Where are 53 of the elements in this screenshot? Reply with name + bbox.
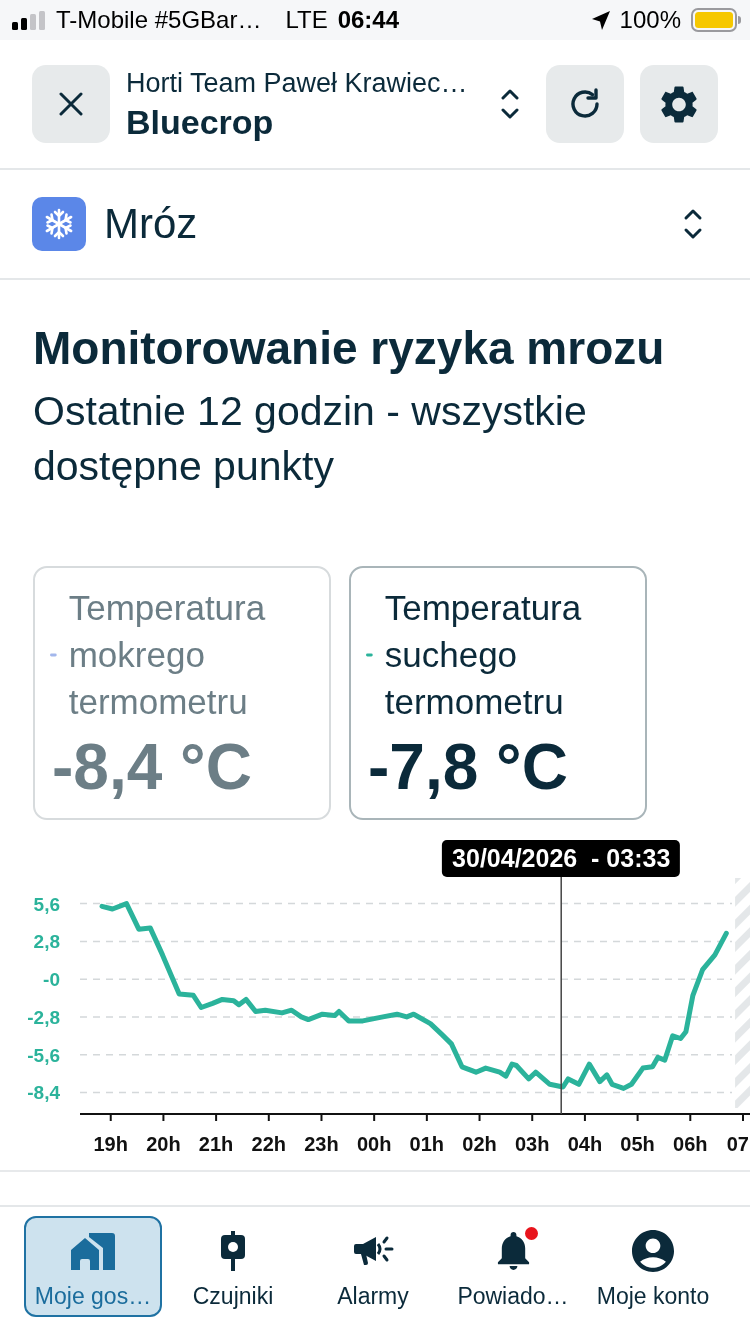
close-button[interactable] — [32, 65, 110, 143]
x-axis-label: 00h — [356, 1133, 392, 1155]
battery-percent: 100% — [619, 6, 681, 34]
nav-tab[interactable]: Alarmy — [304, 1216, 442, 1317]
chevron-updown-icon[interactable] — [500, 87, 520, 121]
settings-button[interactable] — [640, 65, 718, 143]
home-icon — [70, 1232, 116, 1270]
nav-tab[interactable]: Moje konto — [584, 1216, 722, 1317]
megaphone-icon — [352, 1235, 394, 1267]
x-axis-label: 07 — [726, 1133, 749, 1155]
refresh-button[interactable] — [546, 65, 624, 143]
x-axis-label: 20h — [146, 1133, 181, 1155]
legend-toggle[interactable]: Temperatura suchego termometru -7,8 °C — [349, 566, 647, 820]
nav-tab[interactable]: Powiado… — [444, 1216, 582, 1317]
page-subtitle: Ostatnie 12 godzin - wszystkie dostępne punkty — [33, 387, 588, 491]
x-axis-label: 03h — [515, 1133, 550, 1155]
refresh-icon — [569, 88, 601, 120]
x-axis-label: 23h — [304, 1133, 339, 1155]
signal-icon — [12, 10, 46, 30]
x-axis-label: 01h — [409, 1133, 445, 1155]
sensor-post-icon — [220, 1231, 246, 1271]
account-icon — [632, 1230, 674, 1272]
page-title: Monitorowanie ryzyka mrozu — [33, 321, 666, 376]
y-axis-label: -2,8 — [27, 1006, 60, 1028]
y-axis-label: 2,8 — [33, 931, 60, 953]
date-tooltip: 30/04/2026 - 03:33 — [442, 840, 681, 877]
category-label[interactable]: Mróz — [104, 200, 198, 248]
organization-name[interactable]: Horti Team Paweł Krawiec… — [126, 67, 468, 99]
location-arrow-icon — [591, 10, 610, 30]
farm-name[interactable]: Bluecrop — [126, 103, 274, 141]
x-axis-label: 02h — [462, 1133, 497, 1155]
x-axis-label: 21h — [198, 1133, 234, 1155]
nav-tab[interactable]: Moje gos… — [24, 1216, 162, 1317]
y-axis-label: -5,6 — [27, 1044, 60, 1066]
clock-time: 06:44 — [337, 6, 400, 34]
carrier-name: T-Mobile #5GBar… — [56, 6, 262, 34]
snowflake-icon — [32, 197, 86, 251]
y-axis-label: -0 — [43, 969, 60, 991]
x-axis-label: 05h — [620, 1133, 655, 1155]
settings-icon — [661, 85, 697, 123]
battery-icon — [691, 8, 741, 32]
x-axis-label: 04h — [567, 1133, 603, 1155]
legend-toggle[interactable]: Temperatura mokrego termometru -8,4 °C — [33, 566, 331, 820]
y-axis-label: 5,6 — [33, 893, 60, 915]
x-axis-label: 19h — [93, 1133, 128, 1155]
close-icon — [59, 92, 83, 116]
x-axis-label: 06h — [673, 1133, 708, 1155]
chevron-updown-icon[interactable] — [683, 207, 703, 241]
y-axis-label: -8,4 — [27, 1082, 60, 1104]
bell-icon — [496, 1232, 530, 1270]
nav-tab[interactable]: Czujniki — [164, 1216, 302, 1317]
network-type: LTE — [285, 6, 328, 34]
x-axis-label: 22h — [251, 1133, 287, 1155]
